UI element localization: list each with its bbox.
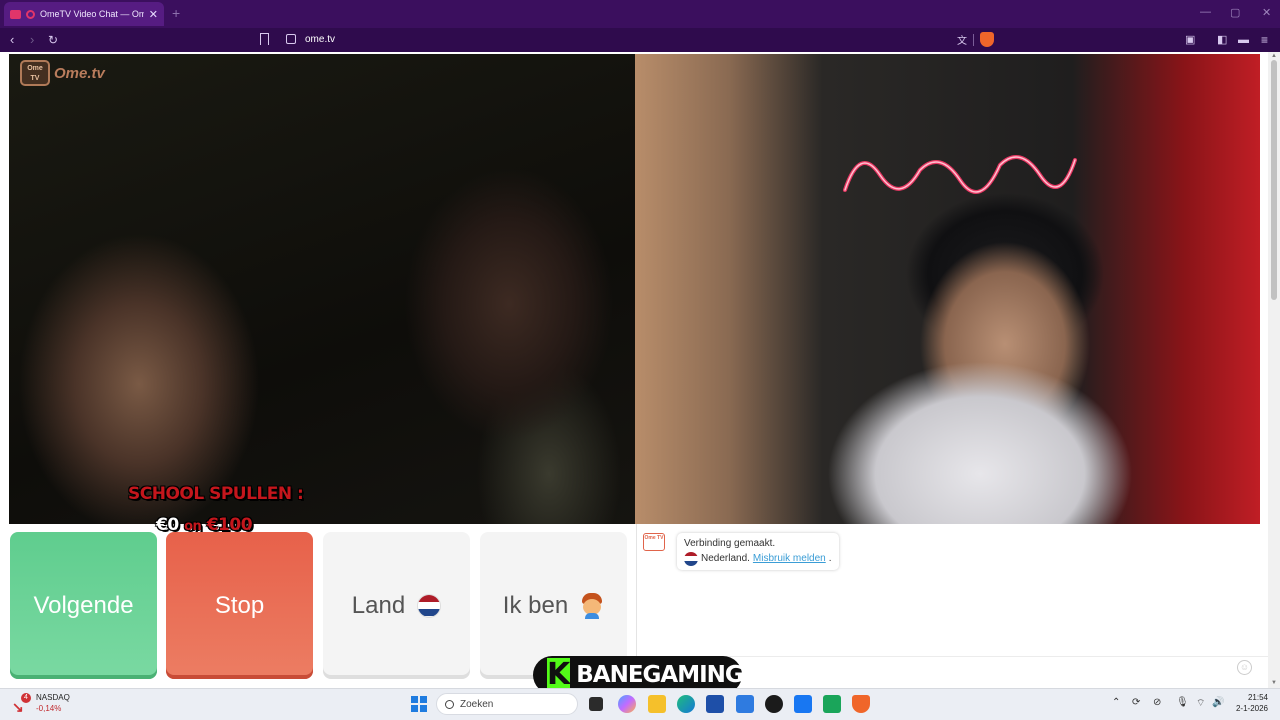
recording-icon <box>26 9 35 19</box>
partner-country: Nederland. <box>701 553 750 564</box>
next-button[interactable]: Volgende <box>10 532 157 679</box>
tab-close-icon[interactable]: ✕ <box>149 8 158 21</box>
obs-icon[interactable] <box>765 695 783 713</box>
message-period: . <box>828 553 832 564</box>
scroll-down-icon[interactable]: ▼ <box>1271 680 1277 686</box>
menu-icon[interactable]: ≡ <box>1261 32 1268 48</box>
stock-name: NASDAQ <box>36 693 70 702</box>
new-tab-button[interactable]: + <box>172 5 180 21</box>
tab-title: OmeTV Video Chat — Omeg <box>40 9 144 19</box>
i-am-button-label: Ik ben <box>502 591 569 619</box>
task-view-icon[interactable] <box>589 697 603 711</box>
country-button-label: Land <box>351 591 406 619</box>
taskbar-search[interactable]: Zoeken <box>436 693 578 715</box>
browser-toolbar: ‹ › ↻ ome.tv 文 ▣ ◧ ▬ ≡ <box>0 28 1280 52</box>
windows-taskbar <box>0 688 1280 720</box>
minimize-button[interactable]: — <box>1200 6 1211 18</box>
vpn-icon[interactable]: ▬ <box>1238 32 1249 48</box>
sync-icon[interactable]: ⟳ <box>1132 697 1140 708</box>
scrollbar-thumb[interactable] <box>1271 60 1277 300</box>
taskbar-clock[interactable]: 21:54 2-1-2026 <box>1232 692 1268 714</box>
stop-button-label: Stop <box>214 591 265 619</box>
stop-button[interactable]: Stop <box>166 532 313 679</box>
ometv-watermark-logo: Ome TV Ome.tv <box>20 60 105 86</box>
emoji-icon[interactable]: ☺ <box>1237 660 1252 675</box>
wifi-icon[interactable]: ⌔ <box>1196 697 1205 710</box>
store-icon[interactable] <box>706 695 724 713</box>
stock-change: -0,14% <box>36 704 62 713</box>
tab-manager-icon[interactable]: ▣ <box>1185 32 1195 48</box>
netherlands-flag-small-icon <box>684 551 698 566</box>
country-button[interactable]: Land <box>323 532 470 679</box>
browser-tab-ometv[interactable]: OmeTV Video Chat — Omeg ✕ <box>4 2 164 26</box>
copilot-icon[interactable] <box>618 695 636 713</box>
close-window-button[interactable]: ✕ <box>1262 6 1271 19</box>
translate-icon[interactable]: 文 <box>957 34 967 50</box>
maximize-button[interactable]: ▢ <box>1230 6 1240 19</box>
facebook-icon[interactable] <box>794 695 812 713</box>
stock-trend-icon: ↘ 4 <box>12 693 31 715</box>
chat-ometv-logo: Ome TV <box>643 533 665 551</box>
ometv-favicon <box>10 9 21 19</box>
search-placeholder: Zoeken <box>460 698 494 710</box>
address-bar-url[interactable]: ome.tv <box>305 34 335 45</box>
boy-avatar-icon <box>580 592 604 619</box>
network-icon[interactable]: ⊘ <box>1153 697 1161 708</box>
site-info-icon[interactable] <box>286 34 296 44</box>
next-button-label: Volgende <box>33 591 134 619</box>
stranger-video <box>9 54 635 524</box>
stock-widget[interactable]: ↘ 4 NASDAQ -0,14% <box>12 692 70 715</box>
toolbar-divider <box>973 34 974 46</box>
whatsapp-icon[interactable] <box>823 695 841 713</box>
report-abuse-link[interactable]: Misbruik melden <box>753 551 826 566</box>
volume-icon[interactable]: 🔊 <box>1212 697 1224 708</box>
sidebar-icon[interactable]: ◧ <box>1217 32 1227 48</box>
brave-icon[interactable] <box>852 695 870 713</box>
browser-titlebar: OmeTV Video Chat — Omeg ✕ + — ▢ ✕ <box>0 0 1280 28</box>
stream-overlay-title: SCHOOL SPULLEN : <box>128 484 304 504</box>
ometv-logo-box: Ome TV <box>20 60 50 86</box>
neon-sign-decoration <box>843 155 1077 194</box>
self-video <box>635 54 1260 524</box>
kick-logo-icon: K <box>547 657 571 692</box>
back-icon[interactable]: ‹ <box>10 32 14 48</box>
brave-shields-icon[interactable] <box>980 32 994 47</box>
scroll-up-icon[interactable]: ▲ <box>1271 53 1277 59</box>
bookmark-icon[interactable] <box>260 33 269 45</box>
search-icon <box>445 699 454 709</box>
clock-time: 21:54 <box>1247 693 1268 702</box>
ometv-logo-text: Ome.tv <box>54 64 105 82</box>
tray-overflow-icon[interactable]: ⌃ <box>1112 697 1120 708</box>
edge-icon[interactable] <box>677 695 695 713</box>
streamer-name: BANEGAMINGX <box>576 662 760 688</box>
mail-icon[interactable] <box>736 695 754 713</box>
connection-status: Verbinding gemaakt. <box>684 538 776 549</box>
reload-icon[interactable]: ↻ <box>48 32 58 48</box>
microphone-icon[interactable]: 🎙 <box>1176 697 1189 708</box>
stock-badge: 4 <box>21 693 31 703</box>
file-explorer-icon[interactable] <box>648 695 666 713</box>
page-scrollbar[interactable]: ▲ ▼ <box>1268 52 1280 688</box>
system-message: Verbinding gemaakt. Nederland. Misbruik … <box>677 533 839 570</box>
clock-date: 2-1-2026 <box>1235 704 1268 713</box>
windows-start-icon[interactable] <box>411 696 427 712</box>
netherlands-flag-icon <box>417 593 442 618</box>
forward-icon[interactable]: › <box>30 32 34 48</box>
